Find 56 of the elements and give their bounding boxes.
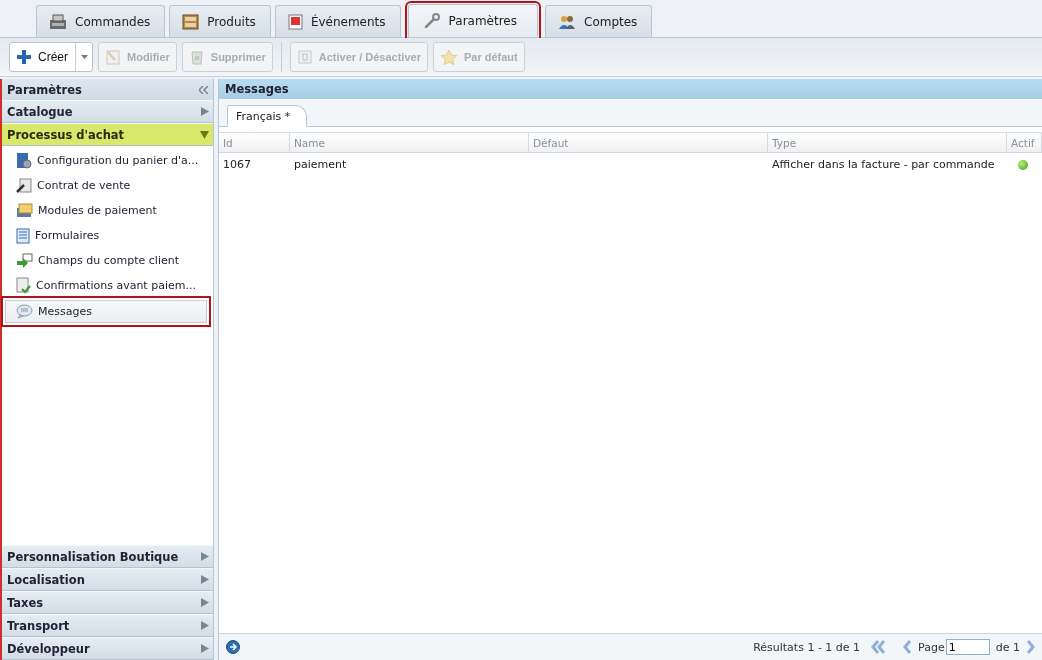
- cash-register-icon: [49, 13, 67, 30]
- language-tab[interactable]: Français *: [227, 105, 308, 127]
- accordion-header[interactable]: Transport: [2, 614, 213, 637]
- nav-tab[interactable]: Commandes: [36, 5, 166, 37]
- contract-pen-icon: [16, 177, 32, 194]
- accordion-header[interactable]: Développeur: [2, 637, 213, 660]
- page-count: de 1: [995, 640, 1020, 654]
- people-icon: [558, 13, 576, 30]
- accordion-header[interactable]: Personnalisation Boutique: [2, 545, 213, 568]
- sidebar-item[interactable]: Formulaires: [14, 225, 209, 246]
- accordion-header[interactable]: Catalogue: [2, 100, 213, 123]
- sidebar-item[interactable]: Contrat de vente: [14, 175, 209, 196]
- form-icon: [16, 227, 30, 244]
- checked-document-icon: [16, 277, 31, 294]
- expand-arrow-icon[interactable]: [201, 621, 209, 630]
- nav-tab[interactable]: Paramètres: [407, 4, 538, 37]
- cards-icon: [16, 203, 33, 218]
- expand-arrow-icon[interactable]: [201, 575, 209, 584]
- plus-icon: [17, 50, 31, 64]
- sidebar-item[interactable]: Modules de paiement: [14, 200, 209, 221]
- panel-title: Paramètres: [7, 82, 82, 97]
- next-page-icon[interactable]: [1026, 639, 1036, 655]
- expand-arrow-icon[interactable]: [201, 107, 209, 116]
- collapse-arrow-icon[interactable]: [200, 130, 209, 139]
- results-summary: Résultats 1 - 1 de 1: [753, 640, 861, 654]
- page-label: Page: [918, 640, 945, 654]
- arrow-window-icon: [16, 252, 33, 269]
- previous-page-icon[interactable]: [902, 639, 913, 655]
- create-split-button[interactable]: Créer: [9, 42, 93, 72]
- accordion-header[interactable]: Taxes: [2, 591, 213, 614]
- accordion-header[interactable]: Localisation: [2, 568, 213, 591]
- expand-arrow-icon[interactable]: [201, 598, 209, 607]
- star-icon: [439, 48, 458, 66]
- trash-bin-icon: [188, 49, 205, 65]
- sidebar-item[interactable]: Confirmations avant paiem...: [14, 275, 209, 296]
- sidebar-item[interactable]: Configuration du panier d'a...: [14, 150, 209, 171]
- nav-tab[interactable]: Produits: [169, 5, 271, 37]
- cabinet-icon: [182, 13, 200, 30]
- collapse-panel-icon[interactable]: [199, 85, 208, 94]
- wrench-icon: [422, 12, 441, 30]
- table-cell: Afficher dans la facture - par commande: [772, 158, 995, 171]
- panel-title: Messages: [219, 79, 1042, 99]
- table-cell: 1067: [223, 158, 251, 171]
- pencil-note-icon: [105, 49, 121, 65]
- nav-tab[interactable]: Événements: [274, 5, 401, 37]
- accordion-header[interactable]: Processus d'achat: [2, 123, 213, 146]
- expand-arrow-icon[interactable]: [201, 552, 209, 561]
- speech-bubble-icon: [16, 304, 33, 319]
- page-field[interactable]: 1: [945, 639, 990, 655]
- caret-icon[interactable]: [80, 55, 88, 59]
- calendar-icon: [287, 13, 303, 30]
- nav-tab[interactable]: Comptes: [545, 5, 653, 37]
- gear-document-icon: [16, 152, 32, 169]
- expand-arrow-icon[interactable]: [201, 644, 209, 653]
- sidebar-item[interactable]: Champs du compte client: [14, 250, 209, 271]
- table-cell: paiement: [294, 158, 347, 171]
